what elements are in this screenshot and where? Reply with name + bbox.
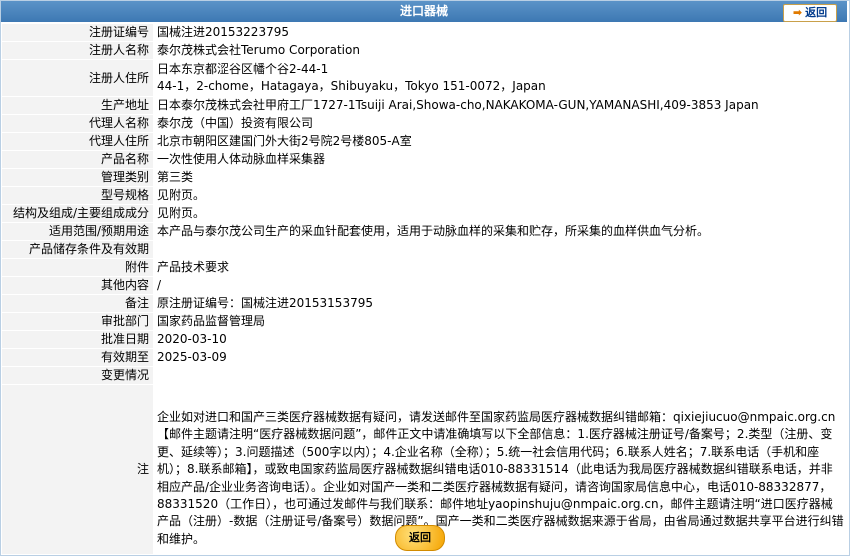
- row-label: 生产地址: [2, 97, 153, 114]
- note-text: 企业如对进口和国产三类医疗器械数据有疑问，请发送邮件至国家药监局医疗器械数据纠错…: [153, 385, 848, 555]
- row-value: 泰尔茂（中国）投资有限公司: [153, 115, 848, 132]
- row-label: 代理人住所: [2, 133, 153, 150]
- row-label: 其他内容: [2, 277, 153, 294]
- row-value: 2020-03-10: [153, 331, 848, 348]
- back-button-bottom[interactable]: 返回: [395, 525, 445, 551]
- row-label: 结构及组成/主要组成成分: [2, 205, 153, 222]
- row-label: 管理类别: [2, 169, 153, 186]
- row-value: 第三类: [153, 169, 848, 186]
- row-label: 注册人名称: [2, 42, 153, 59]
- row-value: [153, 367, 848, 384]
- row-label: 产品名称: [2, 151, 153, 168]
- table-row: 产品名称 一次性使用人体动脉血样采集器: [2, 151, 848, 168]
- table-row: 管理类别 第三类: [2, 169, 848, 186]
- back-button-top-label: 返回: [805, 6, 828, 19]
- back-button-bottom-label: 返回: [409, 531, 431, 544]
- row-label: 备注: [2, 295, 153, 312]
- device-info-table: 注册证编号 国械注进20153223795 注册人名称 泰尔茂株式会社Terum…: [2, 23, 848, 555]
- row-value: 2025-03-09: [153, 349, 848, 366]
- row-label: 有效期至: [2, 349, 153, 366]
- row-label: 注册人住所: [2, 60, 153, 96]
- table-row: 审批部门 国家药品监督管理局: [2, 313, 848, 330]
- row-value-line-1: 日本东京都涩谷区幡个谷2-44-1: [157, 62, 329, 76]
- table-row: 有效期至 2025-03-09: [2, 349, 848, 366]
- table-row: 注册证编号 国械注进20153223795: [2, 24, 848, 41]
- row-value: /: [153, 277, 848, 294]
- back-button-top[interactable]: ➡ 返回: [783, 4, 837, 22]
- row-value: 日本泰尔茂株式会社甲府工厂1727-1Tsuiji Arai,Showa-cho…: [153, 97, 848, 114]
- title-bar: 进口器械 ➡ 返回: [1, 1, 847, 22]
- table-row: 型号规格 见附页。: [2, 187, 848, 204]
- table-row: 适用范围/预期用途 本产品与泰尔茂公司生产的采血针配套使用，适用于动脉血样的采集…: [2, 223, 848, 240]
- row-value: 北京市朝阳区建国门外大街2号院2号楼805-A室: [153, 133, 848, 150]
- table-row: 备注 原注册证编号：国械注进20153153795: [2, 295, 848, 312]
- table-row: 代理人名称 泰尔茂（中国）投资有限公司: [2, 115, 848, 132]
- row-value: 原注册证编号：国械注进20153153795: [153, 295, 848, 312]
- row-label: 附件: [2, 259, 153, 276]
- table-row: 注册人住所 日本东京都涩谷区幡个谷2-44-1 44-1，2-chome，Hat…: [2, 60, 848, 96]
- row-value: 国家药品监督管理局: [153, 313, 848, 330]
- row-value: 本产品与泰尔茂公司生产的采血针配套使用，适用于动脉血样的采集和贮存，所采集的血样…: [153, 223, 848, 240]
- row-label: 审批部门: [2, 313, 153, 330]
- row-value: 产品技术要求: [153, 259, 848, 276]
- table-row: 批准日期 2020-03-10: [2, 331, 848, 348]
- row-value: 一次性使用人体动脉血样采集器: [153, 151, 848, 168]
- row-value: 国械注进20153223795: [153, 24, 848, 41]
- arrow-right-icon: ➡: [792, 6, 803, 19]
- row-label: 变更情况: [2, 367, 153, 384]
- row-value: 日本东京都涩谷区幡个谷2-44-1 44-1，2-chome，Hatagaya，…: [153, 60, 848, 96]
- table-row: 代理人住所 北京市朝阳区建国门外大街2号院2号楼805-A室: [2, 133, 848, 150]
- row-label: 注册证编号: [2, 24, 153, 41]
- row-value: 见附页。: [153, 205, 848, 222]
- row-value: [153, 241, 848, 258]
- row-label: 型号规格: [2, 187, 153, 204]
- table-row: 变更情况: [2, 367, 848, 384]
- table-row: 产品储存条件及有效期: [2, 241, 848, 258]
- row-label: 批准日期: [2, 331, 153, 348]
- row-value: 泰尔茂株式会社Terumo Corporation: [153, 42, 848, 59]
- table-row: 生产地址 日本泰尔茂株式会社甲府工厂1727-1Tsuiji Arai,Show…: [2, 97, 848, 114]
- row-label: 适用范围/预期用途: [2, 223, 153, 240]
- row-label: 产品储存条件及有效期: [2, 241, 153, 258]
- row-label: 代理人名称: [2, 115, 153, 132]
- page-title: 进口器械: [399, 4, 448, 18]
- note-label: 注: [2, 385, 153, 555]
- table-row: 结构及组成/主要组成成分 见附页。: [2, 205, 848, 222]
- row-value: 见附页。: [153, 187, 848, 204]
- table-row: 其他内容 /: [2, 277, 848, 294]
- table-row: 附件 产品技术要求: [2, 259, 848, 276]
- row-value-line-2: 44-1，2-chome，Hatagaya，Shibuyaku，Tokyo 15…: [157, 79, 546, 93]
- table-row: 注册人名称 泰尔茂株式会社Terumo Corporation: [2, 42, 848, 59]
